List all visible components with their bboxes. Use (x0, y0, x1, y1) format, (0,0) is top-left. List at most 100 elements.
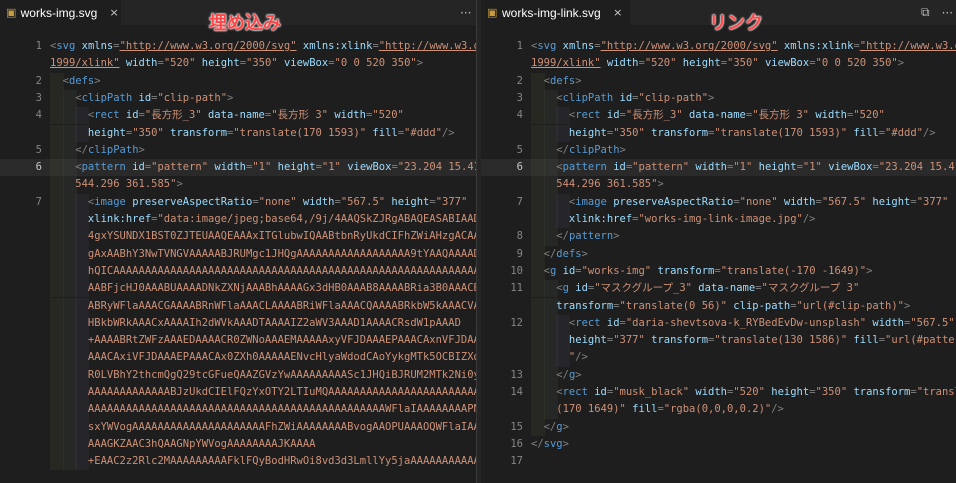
code-text: <g id="works-img" transform="translate(-… (531, 263, 873, 280)
code-line[interactable]: 8 </pattern> (481, 228, 956, 246)
code-line[interactable]: 3 <clipPath id="clip-path"> (0, 89, 476, 108)
code-token: "data:image/jpeg;base64,/9j/4AAQSkZJRgAB… (157, 213, 476, 225)
code-line[interactable]: 7 <image preserveAspectRatio="none" widt… (481, 193, 956, 211)
code-line[interactable]: sxYWVogAAAAAAAAAAAAAAAAAAAAAFhZWiAAAAAAA… (0, 418, 476, 436)
code-token: "translate(170 1593)" (714, 126, 848, 139)
code-line[interactable]: 6 <pattern id="pattern" width="1" height… (0, 159, 476, 177)
code-text: <rect id="daria-shevtsova-k_RYBedEvDw-un… (531, 315, 955, 332)
line-number: 3 (516, 91, 523, 104)
code-line[interactable]: AAACAxiVFJDAAAEPAAACAx0ZXh0AAAAAENvcHlya… (0, 349, 476, 367)
code-line[interactable]: 2 <defs> (481, 72, 956, 90)
tab-works-img-svg[interactable]: ▣ works-img.svg × (0, 0, 122, 25)
code-token: "377" (435, 195, 468, 208)
code-line[interactable]: 1999/xlink" width="520" height="350" vie… (0, 55, 476, 72)
split-editor-icon[interactable]: ⧉ (921, 5, 930, 20)
code-token: "長方形_3" (144, 109, 202, 122)
code-line[interactable]: AAAAAAAAAAAAAAAAAAAAAAAAAAAAAAAAAAAAAAAA… (0, 401, 476, 419)
more-actions-icon[interactable]: ··· (460, 6, 471, 20)
code-line[interactable]: AAAAAAAAAAAAABJzUkdCIElFQzYxOTY2LTIuMQAA… (0, 384, 476, 402)
code-token: /> (771, 403, 784, 416)
code-line[interactable]: 14 <rect id="musk_black" width="520" hei… (481, 384, 956, 402)
code-token: < (50, 161, 82, 174)
code-line[interactable]: +EAAC2z2Rlc2MAAAAAAAAAFklFQyBodHRwOi8vd3… (0, 453, 476, 471)
code-line[interactable]: 16 </svg> (481, 436, 956, 453)
code-line[interactable]: 5 </clipPath> (0, 141, 476, 160)
code-token: "none" (739, 195, 778, 208)
code-line[interactable]: AAAGKZAAC3hQAAGNpYWVogAAAAAAAAJKAAAA (0, 435, 476, 454)
code-text: </g> (531, 367, 581, 384)
code-line[interactable]: R0LVBhY2thcmQgQ29tcGFueQAAZGVzYwAAAAAAAA… (0, 366, 476, 384)
code-text: </clipPath> (531, 142, 626, 159)
code-text: </g> (531, 419, 569, 436)
code-line[interactable]: 1 <svg xmlns="http://www.w3.org/2000/svg"… (0, 38, 476, 55)
code-line[interactable]: 1 <svg xmlns="http://www.w3.org/2000/svg"… (481, 38, 956, 55)
code-line[interactable]: 1999/xlink" width="520" height="350" vie… (481, 55, 956, 72)
code-token: transform (651, 264, 715, 277)
code-line[interactable]: 10 <g id="works-img" transform="translat… (481, 262, 956, 281)
code-token: "1" (802, 161, 822, 174)
code-line[interactable]: 4 <rect id="長方形_3" data-name="長方形 3" wid… (0, 107, 476, 125)
code-token: R0LVBhY2thcmQgQ29tcGFueQAAZGVzYwAAAAAAAA… (50, 368, 476, 381)
code-line[interactable]: 17 (481, 453, 956, 470)
code-line[interactable]: 15 </g> (481, 418, 956, 436)
code-line[interactable]: gAxAABhY3NwTVNGVAAAAABJRUMgc1JHQgAAAAAAA… (0, 245, 476, 263)
right-code-editor[interactable]: 1 <svg xmlns="http://www.w3.org/2000/svg"… (481, 38, 956, 483)
code-token: "520" (853, 109, 885, 122)
code-text: <g id="マスクグループ_3" data-name="マスクグループ 3" (531, 280, 859, 297)
code-line[interactable]: 5 </clipPath> (481, 141, 956, 160)
code-line[interactable]: 12 <rect id="daria-shevtsova-k_RYBedEvDw… (481, 314, 956, 333)
code-token: " (531, 351, 576, 364)
code-token: > (619, 143, 626, 156)
code-line[interactable]: 7 <image preserveAspectRatio="none" widt… (0, 193, 476, 211)
code-token: data-name (201, 109, 265, 122)
code-line[interactable]: height="377" transform="translate(130 15… (481, 332, 956, 350)
code-line[interactable]: hQICAAAAAAAAAAAAAAAAAAAAAAAAAAAAAAAAAAAA… (0, 262, 476, 281)
code-token: id (132, 91, 152, 104)
code-line[interactable]: transform="translate(0 56)" clip-path="u… (481, 297, 956, 315)
code-line[interactable]: HBkbWRkAAACxAAAAIh2dWVkAAADTAAAAIZ2aWV3A… (0, 314, 476, 333)
code-line[interactable]: (170 1649)" fill="rgba(0,0,0,0.2)"/> (481, 401, 956, 419)
close-tab-icon[interactable]: × (107, 6, 121, 19)
code-text: 544.296 361.585"> (531, 176, 663, 193)
code-token: id (556, 264, 576, 277)
code-token: </ (531, 230, 569, 243)
code-token: "http://www.w3.org/ (859, 40, 956, 52)
code-line[interactable]: height="350" transform="translate(170 15… (481, 124, 956, 142)
code-line[interactable]: +AAAABRtZWFzAAAEDAAAACR0ZWNoAAAEMAAAAAxy… (0, 332, 476, 350)
code-token: width (809, 109, 847, 122)
tab-works-img-link-svg[interactable]: ▣ works-img-link.svg × (481, 0, 631, 25)
code-text: AAAAAAAAAAAAABJzUkdCIElFQzYxOTY2LTIuMQAA… (50, 384, 476, 401)
code-line[interactable]: 3 <clipPath id="clip-path"> (481, 89, 956, 108)
code-token: "350" (246, 57, 278, 70)
code-token: 544.296 361.585" (50, 178, 177, 191)
code-token: +AAAABRtZWFzAAAEDAAAACR0ZWNoAAAEMAAAAAxy… (50, 334, 476, 347)
code-text: </svg> (531, 436, 569, 453)
close-tab-icon[interactable]: × (611, 6, 625, 19)
code-line[interactable]: xlink:href="works-img-link-image.jpg"/> (481, 211, 956, 229)
code-text: AAAGKZAAC3hQAAGNpYWVogAAAAAAAAJKAAAA (50, 436, 316, 453)
code-token: AAACAxiVFJDAAAEPAAACAx0ZXh0AAAAAENvcHlya… (50, 351, 476, 364)
code-token: < (531, 195, 576, 208)
more-actions-icon[interactable]: ··· (942, 6, 953, 20)
code-token: </ (50, 143, 88, 156)
left-code-editor[interactable]: 1 <svg xmlns="http://www.w3.org/2000/svg"… (0, 38, 476, 483)
code-line[interactable]: 6 <pattern id="pattern" width="1" height… (481, 159, 956, 177)
code-line[interactable]: height="350" transform="translate(170 15… (0, 124, 476, 142)
code-line[interactable]: 11 <g id="マスクグループ_3" data-name="マスクグループ … (481, 280, 956, 298)
code-line[interactable]: "/> (481, 349, 956, 367)
line-number: 10 (510, 264, 523, 277)
code-token: < (531, 161, 563, 174)
code-line[interactable]: xlink:href="data:image/jpeg;base64,/9j/4… (0, 211, 476, 229)
code-line[interactable]: 13 </g> (481, 366, 956, 384)
code-token: "url(#clip-path)" (796, 299, 904, 312)
code-line[interactable]: ABRyWFlaAAACGAAAABRnWFlaAAACLAAAABRiWFla… (0, 297, 476, 315)
code-line[interactable]: 4 <rect id="長方形_3" data-name="長方形 3" wid… (481, 107, 956, 125)
code-line[interactable]: 4gxYSUNDX1BST0ZJTEUAAQEAAAxITGlubwIQAABt… (0, 228, 476, 246)
code-token: /> (922, 126, 936, 139)
code-line[interactable]: 544.296 361.585"> (481, 176, 956, 194)
code-line[interactable]: 2 <defs> (0, 72, 476, 90)
code-line[interactable]: 9 </defs> (481, 245, 956, 263)
code-token: width (866, 316, 905, 329)
code-line[interactable]: AABFjcHJ0AAABUAAAADNkZXNjAAABhAAAAGx3dHB… (0, 280, 476, 298)
code-line[interactable]: 544.296 361.585"> (0, 176, 476, 194)
